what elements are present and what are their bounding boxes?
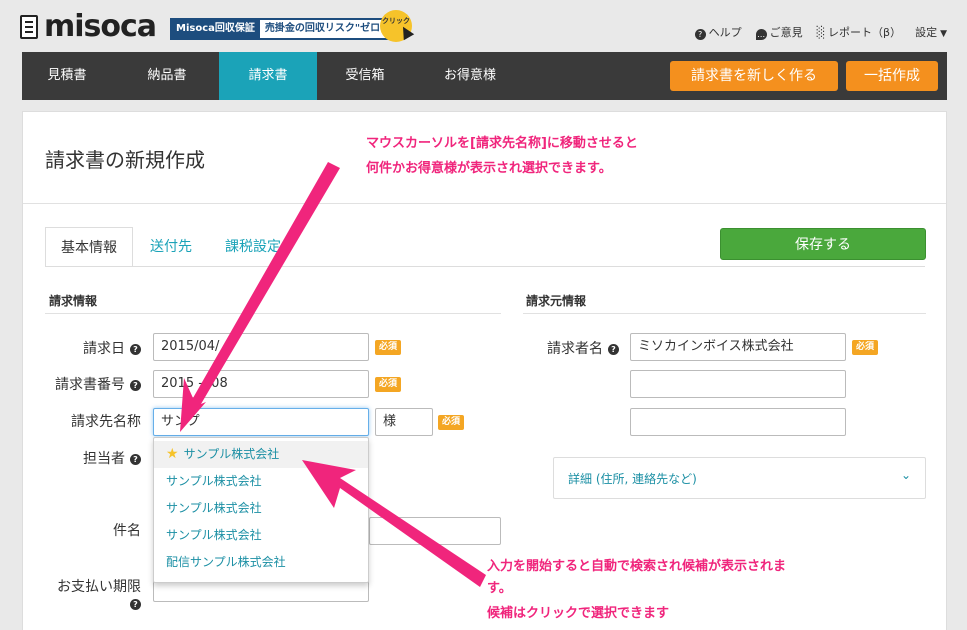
billing-info-heading: 請求情報 [49,294,98,308]
help-link[interactable]: ? ヘルプ [694,24,742,40]
honorific-input[interactable]: 様 [375,408,433,436]
autocomplete-item[interactable]: ★ サンプル株式会社 [154,441,368,468]
issuer-line3-input[interactable] [630,408,846,436]
bar-chart-icon: ░ [816,26,826,39]
help-icon: ? [694,29,706,40]
required-badge: 必須 [438,415,465,430]
report-link[interactable]: ░ レポート（β） [817,24,902,40]
client-name-label: 請求先名称 [71,414,141,430]
logo-text: misoca [44,9,157,44]
due-date-label: お支払い期限 [57,579,141,595]
help-icon[interactable]: ? [130,344,141,355]
help-icon[interactable]: ? [608,344,619,355]
invoice-number-label: 請求書番号? [45,374,141,394]
tabs-divider [45,266,925,267]
issuer-detail-label: 詳細 (住所, 連絡先など) [568,472,697,486]
issuer-name-label: 請求者名? [523,338,619,358]
nav-estimates[interactable]: 見積書 [22,52,112,100]
collection-guarantee-banner[interactable]: Misoca回収保証 売掛金の回収リスク"ゼロ" [170,18,393,40]
help-icon[interactable]: ? [130,454,141,465]
autocomplete-item[interactable]: 配信サンプル株式会社 [154,549,368,576]
comment-icon: … [755,29,767,40]
staff-label: 担当者? [45,448,141,468]
help-icon[interactable]: ? [130,380,141,391]
create-invoice-button[interactable]: 請求書を新しく作る [670,61,838,91]
settings-menu[interactable]: 設定 ▼ [915,24,947,40]
title-divider [23,203,946,204]
required-badge: 必須 [852,340,879,355]
required-badge: 必須 [375,340,402,355]
issuer-line2-input[interactable] [630,370,846,398]
invoice-date-input[interactable]: 2015/04/ [153,333,369,361]
nav-delivery-slips[interactable]: 納品書 [122,52,212,100]
main-nav: 見積書 納品書 請求書 受信箱 お得意様 請求書を新しく作る 一括作成 [22,52,947,100]
annotation-bottom-line1: 入力を開始すると自動で検索され候補が表示されま [487,559,787,574]
subject-input[interactable] [369,517,501,545]
misoca-logo[interactable]: misoca [20,9,157,44]
feedback-link[interactable]: … ご意見 [755,24,803,40]
invoice-form-panel: 請求書の新規作成 基本情報 送付先 課税設定 保存する 請求情報 請求日? 20… [22,111,947,630]
client-autocomplete-dropdown: ★ サンプル株式会社 サンプル株式会社 サンプル株式会社 サンプル株式会社 配信サ… [153,437,369,583]
billing-info-divider [45,313,501,314]
issuer-info-heading: 請求元情報 [526,294,587,308]
help-icon[interactable]: ? [130,599,141,610]
invoice-date-label: 請求日? [45,338,141,358]
tab-tax-settings[interactable]: 課税設定 [215,227,291,267]
annotation-bottom-line3: 候補はクリックで選択できます [487,606,670,621]
client-name-input[interactable]: サンプ [153,408,369,436]
due-date-help: ? [45,596,141,612]
annotation-top-line1: マウスカーソルを[請求先名称]に移動させると [366,136,638,151]
issuer-detail-toggle[interactable]: 詳細 (住所, 連絡先など) ⌄ [553,457,926,499]
batch-create-button[interactable]: 一括作成 [846,61,938,91]
nav-customers[interactable]: お得意様 [420,52,520,100]
issuer-info-divider [523,313,926,314]
annotation-bottom-line2: す。 [487,581,512,596]
subject-label: 件名 [113,523,141,539]
autocomplete-item[interactable]: サンプル株式会社 [154,495,368,522]
tab-send-to[interactable]: 送付先 [140,227,202,267]
banner-left-text: Misoca回収保証 [176,23,255,34]
issuer-name-input[interactable]: ミソカインボイス株式会社 [630,333,846,361]
page-title: 請求書の新規作成 [45,148,205,172]
autocomplete-item[interactable]: サンプル株式会社 [154,522,368,549]
nav-inbox[interactable]: 受信箱 [320,52,410,100]
save-button[interactable]: 保存する [720,228,926,260]
invoice-number-input[interactable]: 2015 -008 [153,370,369,398]
banner-right-text: 売掛金の回収リスク"ゼロ" [259,20,391,38]
header-links: ? ヘルプ … ご意見 ░ レポート（β） 設定 ▼ [694,24,947,40]
annotation-top-line2: 何件かお得意様が表示され選択できます。 [366,161,612,176]
logo-document-icon [20,15,38,39]
tab-basic-info[interactable]: 基本情報 [45,227,133,267]
star-icon: ★ [166,446,179,462]
double-chevron-down-icon: ⌄ [900,468,911,482]
nav-invoices[interactable]: 請求書 [219,52,317,100]
autocomplete-item[interactable]: サンプル株式会社 [154,468,368,495]
caret-down-icon: ▼ [940,29,947,39]
top-bar: misoca Misoca回収保証 売掛金の回収リスク"ゼロ" クリック ? ヘル… [0,0,967,50]
required-badge: 必須 [375,377,402,392]
